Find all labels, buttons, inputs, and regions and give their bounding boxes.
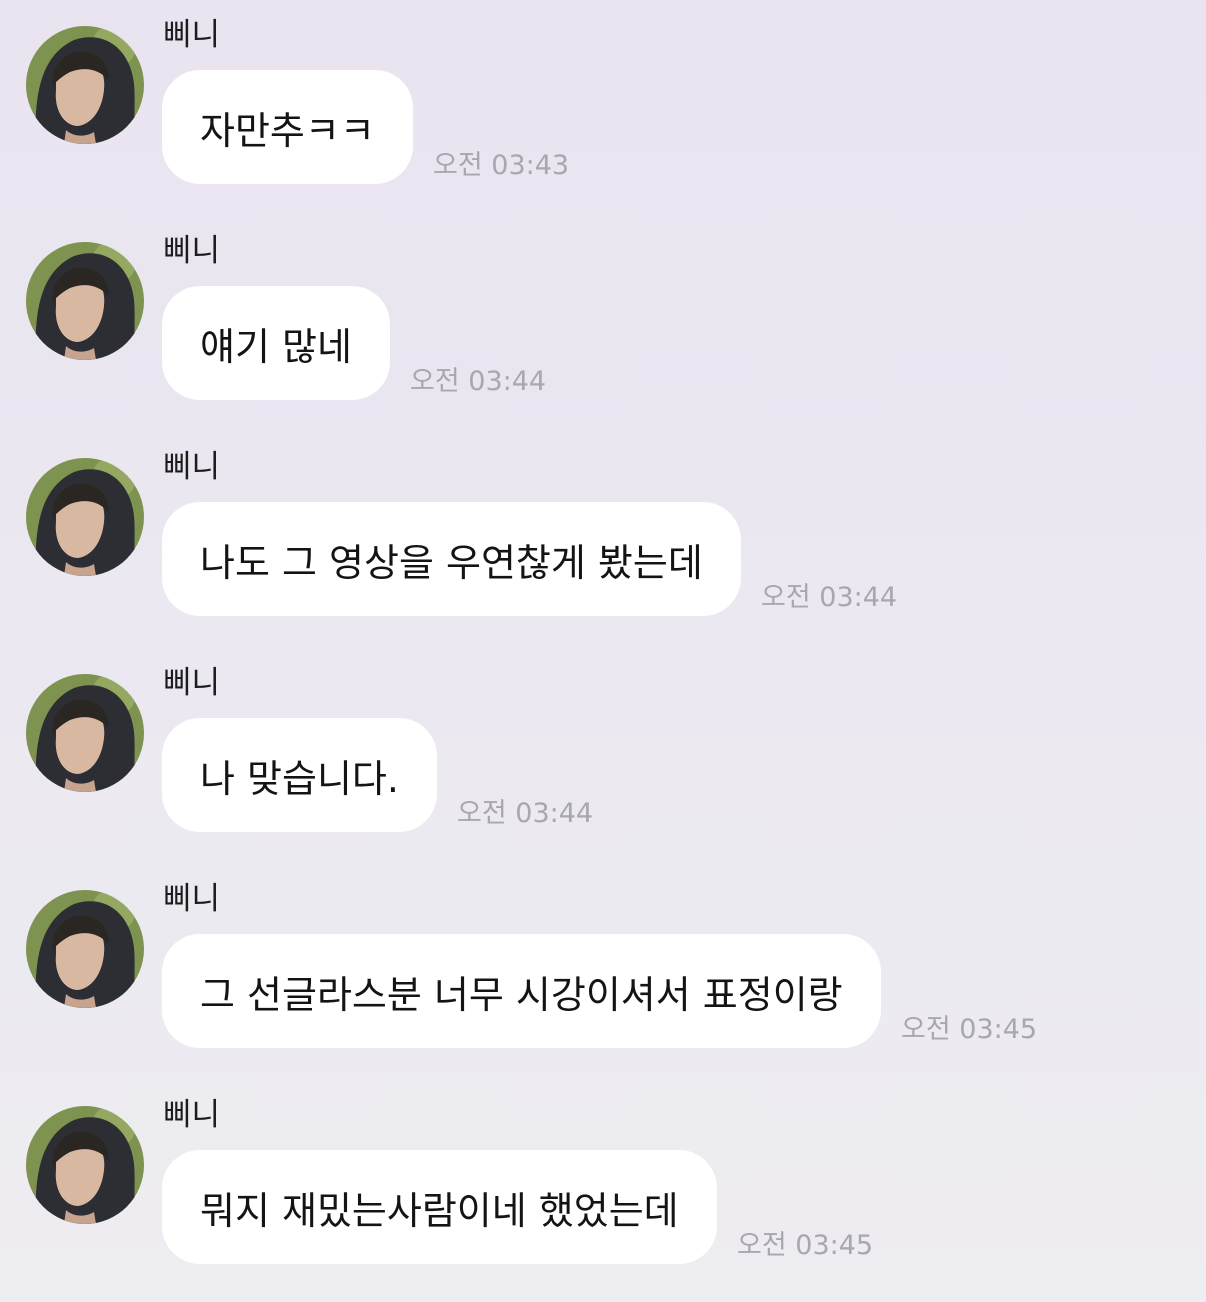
sender-name: 삐니 xyxy=(163,449,221,485)
message-time: 오전 03:45 xyxy=(737,1230,874,1261)
avatar-photo-icon xyxy=(26,242,144,360)
avatar-photo-icon xyxy=(26,458,144,576)
avatar[interactable] xyxy=(26,674,144,792)
sender-name: 삐니 xyxy=(163,881,221,917)
avatar[interactable] xyxy=(26,26,144,144)
avatar[interactable] xyxy=(26,242,144,360)
chat-thread[interactable]: 삐니 자만추ㅋㅋ 오전 03:43 삐니 얘기 많네 오전 03:44 삐니 나… xyxy=(0,0,1206,1302)
avatar[interactable] xyxy=(26,890,144,1008)
avatar-photo-icon xyxy=(26,1106,144,1224)
message-row: 삐니 나 맞습니다. 오전 03:44 xyxy=(0,648,1206,838)
message-row: 삐니 자만추ㅋㅋ 오전 03:43 xyxy=(0,0,1206,190)
message-time: 오전 03:44 xyxy=(457,798,594,829)
message-bubble[interactable]: 나도 그 영상을 우연찮게 봤는데 xyxy=(162,502,741,616)
avatar-photo-icon xyxy=(26,674,144,792)
message-row: 삐니 그 선글라스분 너무 시강이셔서 표정이랑 오전 03:45 xyxy=(0,864,1206,1054)
message-bubble[interactable]: 그 선글라스분 너무 시강이셔서 표정이랑 xyxy=(162,934,881,1048)
message-time: 오전 03:45 xyxy=(901,1014,1038,1045)
message-bubble[interactable]: 얘기 많네 xyxy=(162,286,390,400)
message-time: 오전 03:44 xyxy=(761,582,898,613)
message-row: 삐니 뭐지 재밌는사람이네 했었는데 오전 03:45 xyxy=(0,1080,1206,1270)
message-time: 오전 03:44 xyxy=(410,366,547,397)
message-bubble[interactable]: 뭐지 재밌는사람이네 했었는데 xyxy=(162,1150,717,1264)
sender-name: 삐니 xyxy=(163,665,221,701)
sender-name: 삐니 xyxy=(163,233,221,269)
avatar-photo-icon xyxy=(26,890,144,1008)
message-bubble[interactable]: 나 맞습니다. xyxy=(162,718,437,832)
message-bubble[interactable]: 자만추ㅋㅋ xyxy=(162,70,413,184)
message-row: 삐니 얘기 많네 오전 03:44 xyxy=(0,216,1206,406)
avatar[interactable] xyxy=(26,458,144,576)
sender-name: 삐니 xyxy=(163,17,221,53)
avatar[interactable] xyxy=(26,1106,144,1224)
message-row: 삐니 나도 그 영상을 우연찮게 봤는데 오전 03:44 xyxy=(0,432,1206,622)
avatar-photo-icon xyxy=(26,26,144,144)
message-time: 오전 03:43 xyxy=(433,150,570,181)
sender-name: 삐니 xyxy=(163,1097,221,1133)
